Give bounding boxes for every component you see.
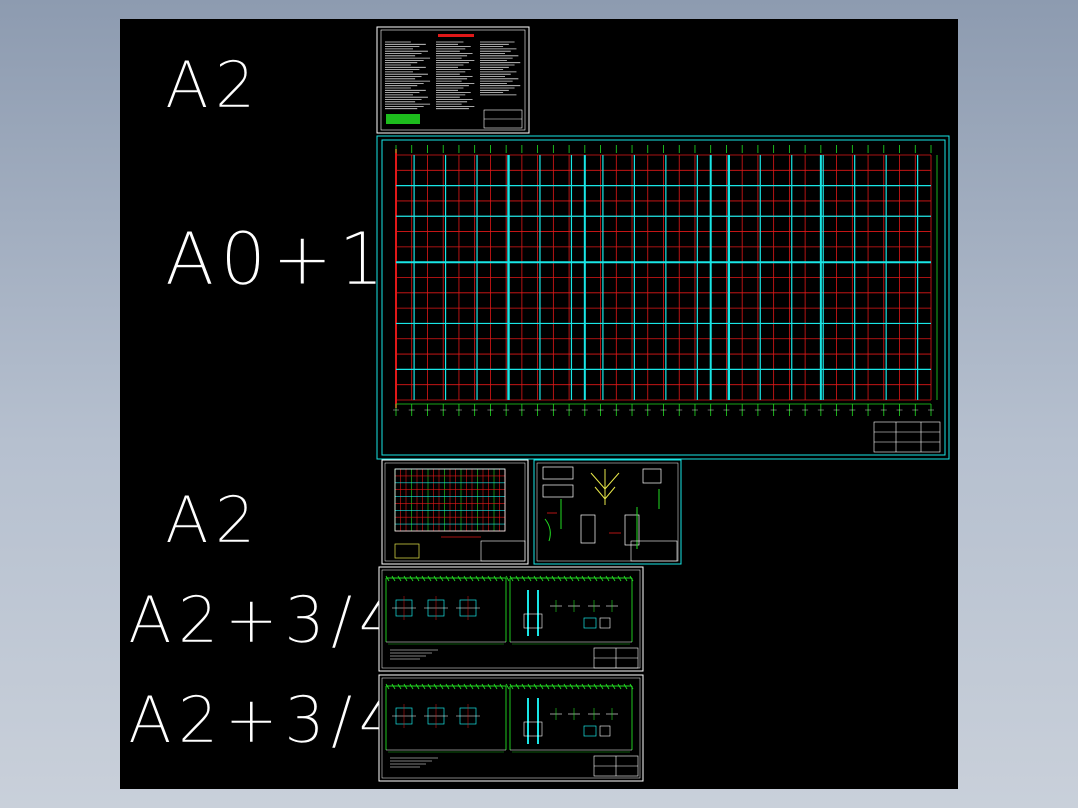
- cad-model-space[interactable]: A2 A0+1/4 A2 A2+3/4 A2+3/4: [120, 19, 958, 789]
- general-notes-sheet[interactable]: [376, 26, 530, 134]
- column-grid-plan-drawing: [376, 135, 950, 460]
- elevation-drawing-2: [378, 674, 644, 782]
- sheet-label-a2-middle: A2: [165, 484, 262, 559]
- elevation-sheet-2[interactable]: [378, 674, 644, 782]
- sheet-label-a2-three-quarter-2: A2+3/4: [128, 684, 406, 759]
- elevation-sheet-1[interactable]: [378, 566, 644, 672]
- node-details-drawing: [533, 459, 682, 565]
- elevation-drawing-1: [378, 566, 644, 672]
- sheet-label-a2-top: A2: [165, 49, 262, 124]
- roof-plan-drawing: [381, 459, 529, 565]
- node-details-sheet[interactable]: [533, 459, 682, 565]
- sheet-label-a2-three-quarter-1: A2+3/4: [128, 584, 406, 659]
- column-grid-plan-sheet[interactable]: [376, 135, 950, 460]
- general-notes-drawing: [376, 26, 530, 134]
- roof-plan-sheet[interactable]: [381, 459, 529, 565]
